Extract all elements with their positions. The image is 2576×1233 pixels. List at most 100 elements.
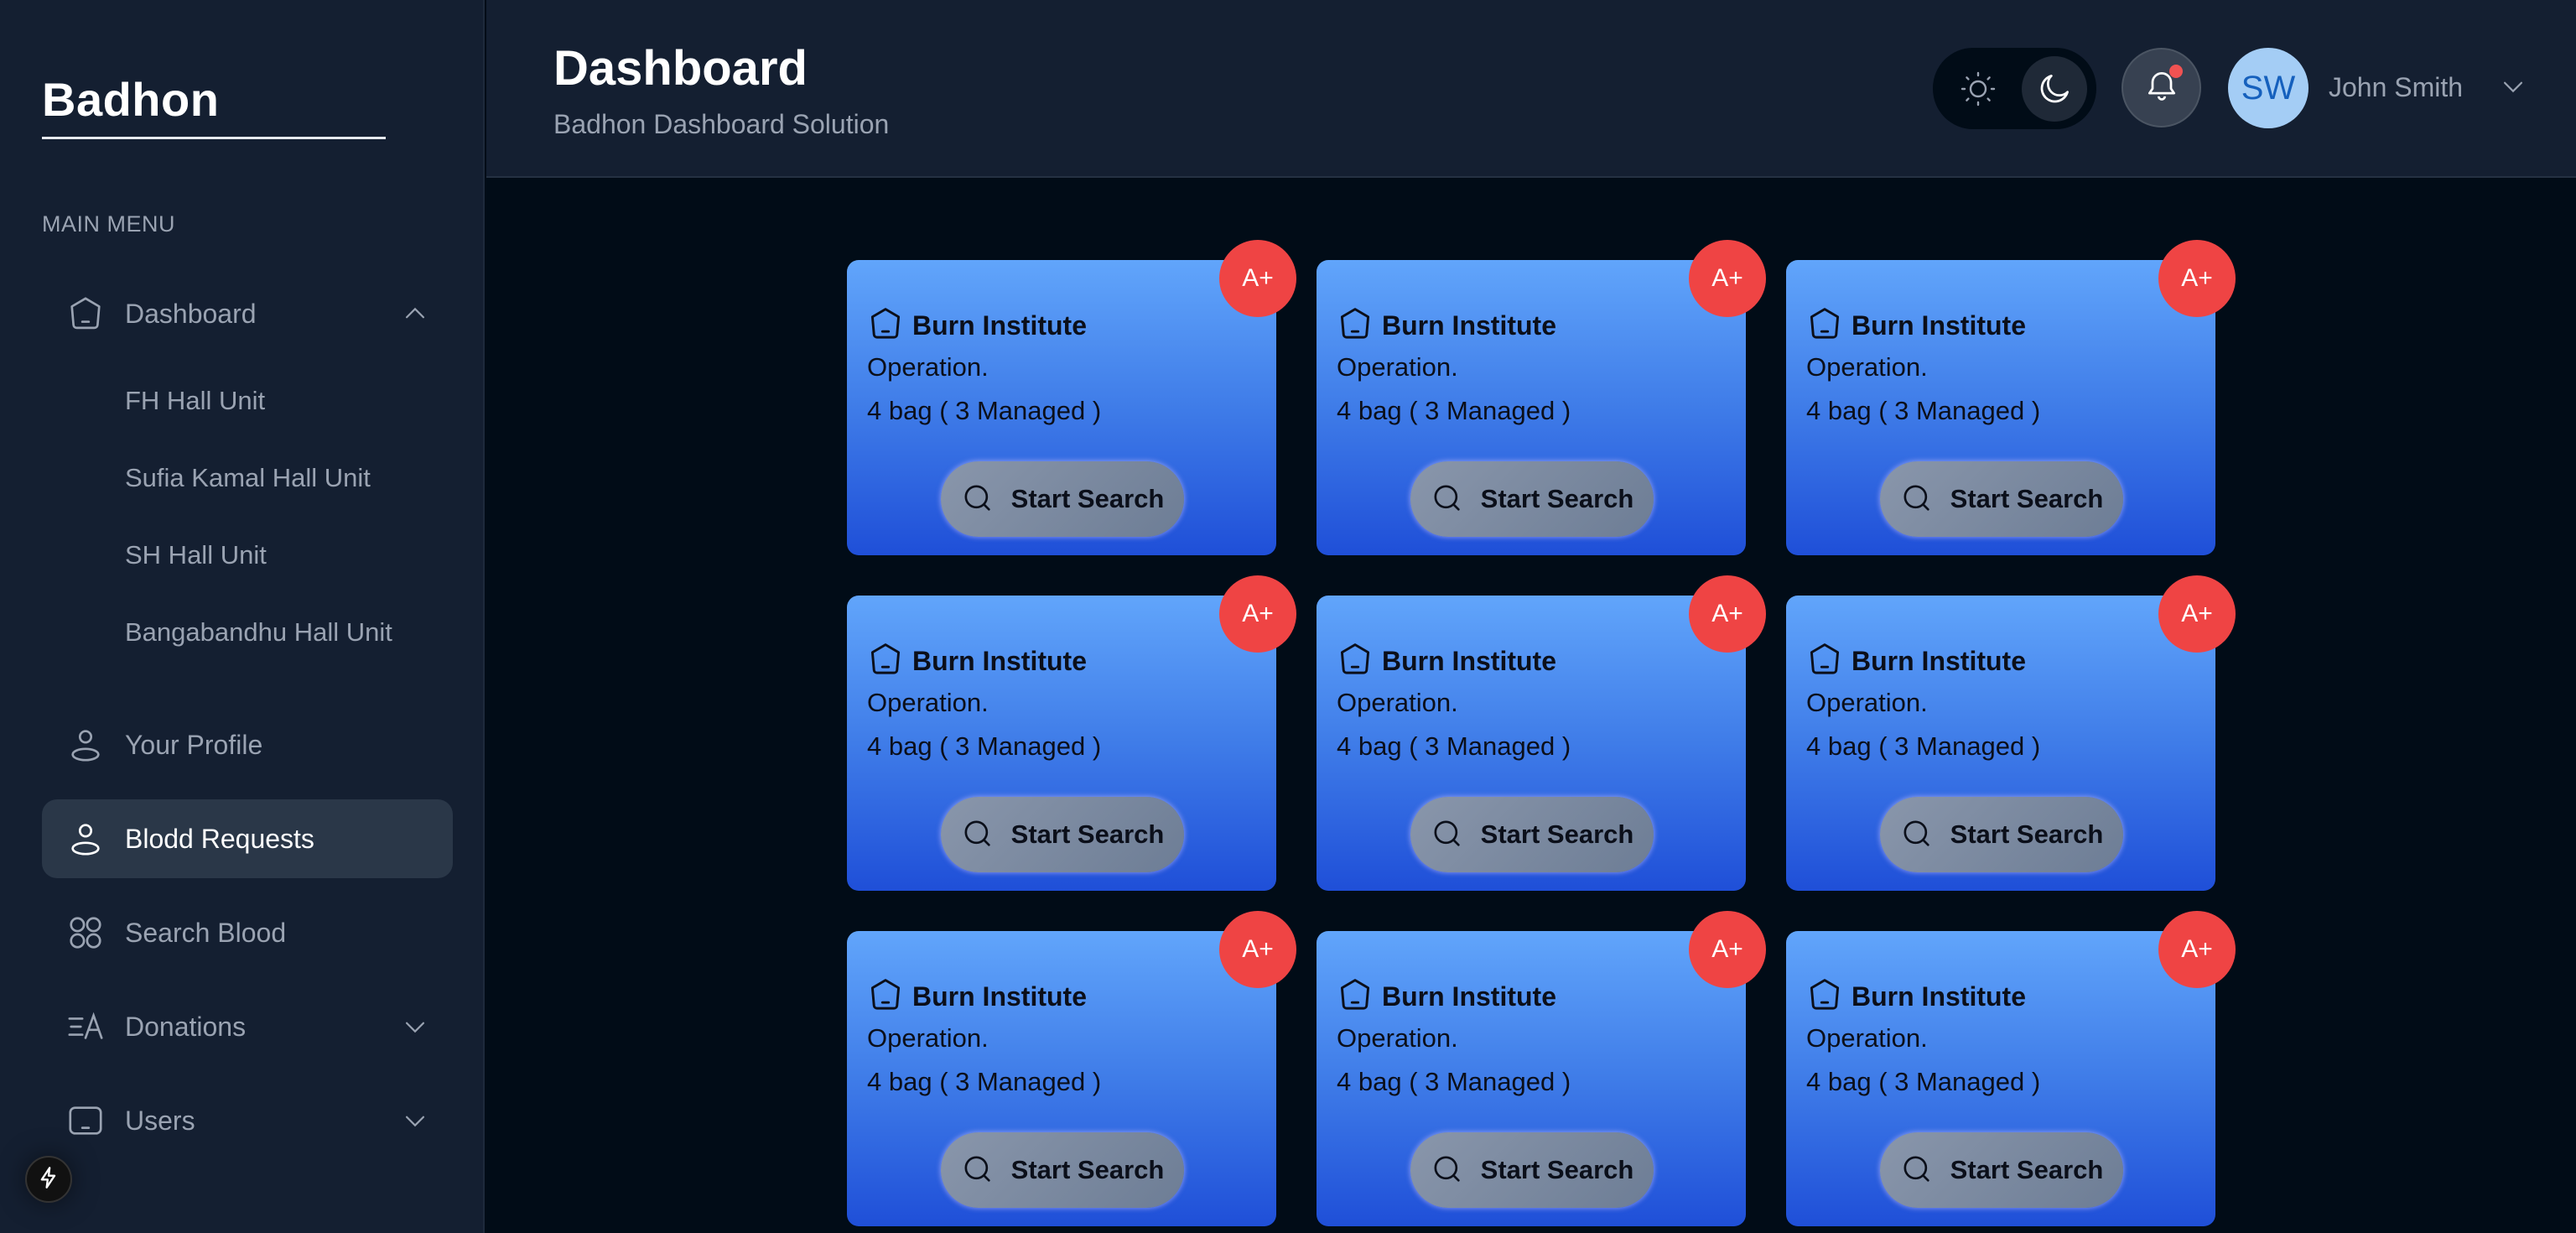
card-title: Burn Institute (912, 981, 1087, 1012)
request-card: A+ Burn Institute Operation. 4 bag ( 3 M… (1317, 575, 1766, 891)
request-card: A+ Burn Institute Operation. 4 bag ( 3 M… (1786, 575, 2236, 891)
sidebar-item-label: Search Blood (125, 917, 287, 948)
card-title-row: Burn Institute (1337, 641, 1556, 682)
sun-icon[interactable] (1958, 69, 1998, 109)
search-icon (961, 1152, 995, 1189)
search-icon (1900, 481, 1934, 518)
start-search-button[interactable]: Start Search (1410, 797, 1654, 872)
blood-group-badge: A+ (1219, 911, 1296, 988)
sidebar-item-label: Users (125, 1105, 195, 1136)
sidebar-item-your-profile[interactable]: Your Profile (42, 705, 453, 784)
blood-group-badge: A+ (1219, 575, 1296, 653)
start-search-button[interactable]: Start Search (941, 1132, 1184, 1208)
start-search-label: Start Search (1010, 819, 1165, 849)
sidebar-subitem-sufia-kamal-hall[interactable]: Sufia Kamal Hall Unit (125, 463, 371, 493)
moon-icon[interactable] (2022, 56, 2087, 122)
search-icon (1431, 1152, 1464, 1189)
start-search-button[interactable]: Start Search (1410, 461, 1654, 537)
blood-group-badge: A+ (2158, 911, 2236, 988)
top-header: Dashboard Badhon Dashboard Solution SW J… (486, 0, 2576, 178)
request-card: A+ Burn Institute Operation. 4 bag ( 3 M… (847, 911, 1296, 1226)
sidebar-subitem-bangabandhu-hall[interactable]: Bangabandhu Hall Unit (125, 617, 392, 648)
card-title: Burn Institute (912, 646, 1087, 676)
chevron-up-icon[interactable] (398, 297, 432, 330)
card-title: Burn Institute (1382, 646, 1556, 676)
search-icon (961, 817, 995, 853)
home-pentagon-icon (65, 294, 106, 334)
chevron-down-icon[interactable] (398, 1010, 432, 1043)
card-title-row: Burn Institute (867, 641, 1087, 682)
blood-group-badge: A+ (1689, 575, 1766, 653)
brand-logo[interactable]: Badhon (42, 72, 219, 127)
sidebar-item-label: Your Profile (125, 729, 263, 760)
card-bag-count: 4 bag ( 3 Managed ) (1806, 1067, 2041, 1096)
main-menu-label: MAIN MENU (42, 211, 175, 237)
start-search-button[interactable]: Start Search (1410, 1132, 1654, 1208)
start-search-label: Start Search (1950, 484, 2104, 513)
search-icon (961, 481, 995, 518)
card-bag-count: 4 bag ( 3 Managed ) (1806, 396, 2041, 425)
start-search-button[interactable]: Start Search (1880, 797, 2123, 872)
sidebar: Badhon MAIN MENU Dashboard FH Hall Unit … (0, 0, 485, 1233)
avatar[interactable]: SW (2228, 48, 2309, 128)
card-bag-count: 4 bag ( 3 Managed ) (1337, 1067, 1571, 1096)
sidebar-item-blood-requests[interactable]: Blodd Requests (42, 799, 453, 878)
card-title-row: Burn Institute (1337, 976, 1556, 1017)
user-name[interactable]: John Smith (2329, 72, 2463, 103)
hospital-icon (1337, 305, 1374, 346)
card-title-row: Burn Institute (1806, 976, 2026, 1017)
sidebar-subitem-sh-hall[interactable]: SH Hall Unit (125, 540, 267, 570)
text-translate-icon (65, 1007, 106, 1047)
start-search-label: Start Search (1950, 1155, 2104, 1184)
theme-toggle[interactable] (1933, 48, 2096, 129)
request-card: A+ Burn Institute Operation. 4 bag ( 3 M… (1317, 911, 1766, 1226)
sidebar-item-users[interactable]: Users (42, 1081, 453, 1160)
start-search-button[interactable]: Start Search (941, 461, 1184, 537)
quick-action-button[interactable] (25, 1156, 72, 1203)
card-bag-count: 4 bag ( 3 Managed ) (1337, 731, 1571, 761)
card-bag-count: 4 bag ( 3 Managed ) (867, 1067, 1102, 1096)
start-search-button[interactable]: Start Search (1880, 461, 2123, 537)
search-icon (1900, 817, 1934, 853)
start-search-label: Start Search (1010, 1155, 1165, 1184)
hospital-icon (1337, 976, 1374, 1017)
request-card: A+ Burn Institute Operation. 4 bag ( 3 M… (847, 575, 1296, 891)
hospital-icon (867, 641, 904, 682)
brand-divider (42, 137, 386, 139)
request-card: A+ Burn Institute Operation. 4 bag ( 3 M… (1786, 911, 2236, 1226)
card-title-row: Burn Institute (867, 305, 1087, 346)
chevron-down-icon[interactable] (2499, 72, 2527, 101)
search-icon (1431, 817, 1464, 853)
search-icon (1900, 1152, 1934, 1189)
sidebar-item-label: Dashboard (125, 298, 257, 329)
card-department: Operation. (867, 688, 989, 717)
blood-group-badge: A+ (2158, 240, 2236, 317)
card-title-row: Burn Institute (1337, 305, 1556, 346)
card-department: Operation. (1337, 352, 1458, 382)
hospital-icon (1806, 305, 1843, 346)
card-department: Operation. (867, 1023, 989, 1053)
request-card: A+ Burn Institute Operation. 4 bag ( 3 M… (1317, 240, 1766, 555)
start-search-label: Start Search (1480, 819, 1634, 849)
card-title-row: Burn Institute (1806, 641, 2026, 682)
card-bag-count: 4 bag ( 3 Managed ) (867, 731, 1102, 761)
sidebar-subitem-fh-hall[interactable]: FH Hall Unit (125, 386, 265, 416)
start-search-button[interactable]: Start Search (941, 797, 1184, 872)
card-bag-count: 4 bag ( 3 Managed ) (867, 396, 1102, 425)
start-search-label: Start Search (1480, 484, 1634, 513)
sidebar-item-label: Blodd Requests (125, 823, 314, 854)
notifications-button[interactable] (2122, 48, 2201, 127)
request-card: A+ Burn Institute Operation. 4 bag ( 3 M… (847, 240, 1296, 555)
start-search-button[interactable]: Start Search (1880, 1132, 2123, 1208)
card-department: Operation. (1806, 688, 1928, 717)
sidebar-item-donations[interactable]: Donations (42, 987, 453, 1066)
hospital-icon (1806, 976, 1843, 1017)
sidebar-item-dashboard[interactable]: Dashboard (42, 274, 453, 353)
chevron-down-icon[interactable] (398, 1104, 432, 1137)
sidebar-item-search-blood[interactable]: Search Blood (42, 893, 453, 972)
start-search-label: Start Search (1010, 484, 1165, 513)
page-subtitle: Badhon Dashboard Solution (553, 109, 890, 139)
card-title-row: Burn Institute (1806, 305, 2026, 346)
search-icon (1431, 481, 1464, 518)
blood-group-badge: A+ (1689, 911, 1766, 988)
